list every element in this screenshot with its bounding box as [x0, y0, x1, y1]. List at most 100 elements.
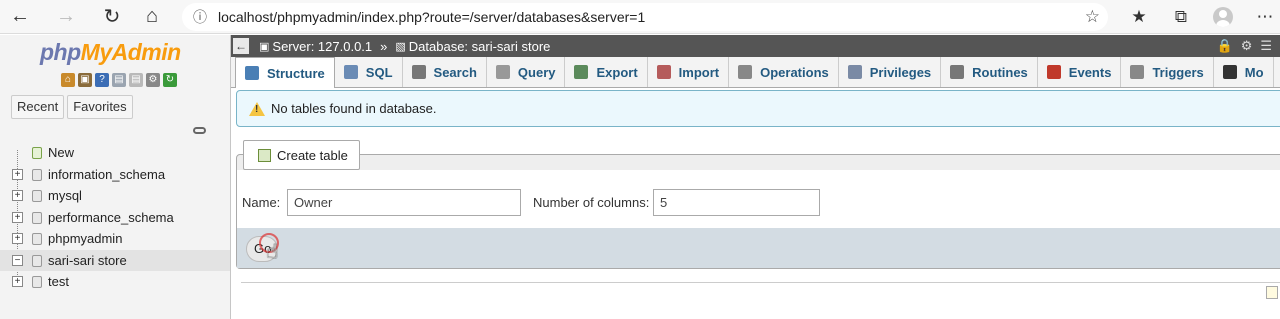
tab-mo[interactable]: Mo — [1214, 57, 1274, 87]
database-menu-tabs: Structure SQL Search Query Export Import Opera… — [231, 57, 1280, 88]
profile-avatar[interactable] — [1213, 7, 1233, 27]
tree-item-database[interactable]: + test — [0, 271, 230, 293]
tab-sql[interactable]: SQL — [335, 57, 403, 87]
tab-label: Routines — [972, 64, 1028, 80]
breadcrumb-server-label: Server: 127.0.0.1 — [272, 38, 373, 54]
favorite-add-icon[interactable]: ☆ — [1085, 7, 1100, 27]
sql-icon — [343, 65, 358, 79]
tree-item-database[interactable]: + performance_schema — [0, 207, 230, 229]
notice-box: No tables found in database. — [236, 90, 1280, 127]
tree-item-database[interactable]: + phpmyadmin — [0, 228, 230, 250]
console-icon[interactable] — [1266, 286, 1278, 299]
name-label: Name: — [242, 195, 281, 210]
home-icon[interactable]: ⌂ — [132, 0, 172, 34]
address-bar[interactable]: ⓘ localhost/phpmyadmin/index.php?route=/… — [182, 3, 1108, 31]
tab-structure[interactable]: Structure — [235, 57, 335, 88]
expand-icon[interactable]: + — [12, 211, 23, 223]
favorites-button[interactable]: Favorites — [67, 95, 133, 119]
tab-label: Search — [433, 64, 477, 80]
sql-docs-icon[interactable]: ▤ — [129, 73, 143, 87]
breadcrumb-server[interactable]: ▣ Server: 127.0.0.1 — [259, 39, 372, 54]
phpmyadmin-logo[interactable]: phpMyAdmin — [40, 39, 181, 66]
database-icon: ▧ — [395, 40, 406, 53]
reload-icon[interactable]: ↻ — [92, 0, 132, 34]
exit-icon[interactable]: ▣ — [78, 73, 92, 87]
more-options-icon[interactable]: ⋯ — [1244, 7, 1280, 27]
database-icon — [32, 168, 42, 181]
tab-label: Structure — [267, 65, 325, 81]
reload-icon[interactable]: ↻ — [163, 73, 177, 87]
table-name-input[interactable]: Owner — [287, 189, 521, 216]
database-tree: New + information_schema + mysql + performance… — [0, 142, 230, 293]
tree-item-label: mysql — [48, 188, 82, 204]
tree-item-label: phpmyadmin — [48, 231, 123, 247]
tree-item-database[interactable]: + mysql — [0, 185, 230, 207]
link-icon[interactable] — [193, 127, 206, 134]
database-icon — [32, 233, 42, 245]
database-icon — [32, 190, 42, 202]
url-text: localhost/phpmyadmin/index.php?route=/se… — [218, 9, 646, 25]
tree-item-label: information_schema — [48, 166, 166, 182]
back-arrow-icon[interactable]: ← — [0, 0, 40, 34]
mouse-cursor-icon: ☝ — [266, 241, 279, 263]
logo-myadmin-text: MyAdmin — [80, 39, 182, 65]
new-database-icon — [32, 147, 42, 159]
collapse-icon[interactable]: − — [12, 254, 23, 266]
gear-icon[interactable]: ⚙ — [146, 73, 160, 87]
tree-item-label: performance_schema — [48, 209, 174, 225]
tab-operations[interactable]: Operations — [729, 57, 839, 87]
breadcrumb: ← ▣ Server: 127.0.0.1 » ▧ Database: sari… — [231, 35, 1280, 57]
tree-item-label: sari-sari store — [48, 252, 127, 268]
structure-icon — [245, 66, 259, 80]
favorites-icon[interactable]: ★ — [1118, 7, 1160, 27]
tab-label: Query — [517, 64, 556, 80]
navigation-panel: phpMyAdmin ⌂ ▣ ? ▤ ▤ ⚙ ↻ Recent Favorite… — [0, 35, 231, 319]
info-icon[interactable]: ⓘ — [182, 7, 218, 27]
server-icon: ▣ — [259, 40, 270, 53]
breadcrumb-database[interactable]: ▧ Database: sari-sari store — [395, 39, 550, 54]
settings-icon[interactable]: ⚙ — [1241, 38, 1253, 54]
help-icon[interactable]: ? — [95, 73, 109, 87]
expand-icon[interactable]: + — [12, 276, 23, 287]
tree-item-database[interactable]: + information_schema — [0, 164, 230, 186]
tab-search[interactable]: Search — [403, 57, 487, 87]
expand-icon[interactable]: + — [12, 190, 23, 201]
tab-query[interactable]: Query — [487, 57, 566, 87]
tab-label: Import — [678, 64, 720, 80]
tab-triggers[interactable]: Triggers — [1121, 57, 1214, 87]
lock-icon[interactable]: 🔒 — [1217, 38, 1233, 54]
tree-item-database[interactable]: − sari-sari store — [0, 249, 230, 271]
logo-php-text: php — [40, 39, 81, 65]
collapse-arrow-icon[interactable]: ← — [233, 38, 249, 54]
expand-icon[interactable]: + — [12, 233, 23, 244]
tab-events[interactable]: Events — [1038, 57, 1122, 87]
tab-import[interactable]: Import — [648, 57, 730, 87]
tab-label: Triggers — [1152, 64, 1204, 80]
create-table-icon — [258, 148, 271, 162]
columns-label: Number of columns: — [533, 195, 650, 210]
database-icon — [32, 254, 42, 267]
database-icon — [32, 276, 42, 288]
tab-label: Operations — [760, 64, 829, 80]
tree-item-new[interactable]: New — [0, 142, 230, 164]
database-icon — [32, 211, 42, 224]
browser-toolbar: ← → ↻ ⌂ ⓘ localhost/phpmyadmin/index.php… — [0, 0, 1280, 34]
docs-icon[interactable]: ▤ — [112, 73, 126, 87]
tab-privileges[interactable]: Privileges — [839, 57, 942, 87]
form-footer — [237, 228, 1280, 268]
create-table-legend[interactable]: Create table — [243, 140, 360, 170]
recent-button[interactable]: Recent — [11, 95, 65, 119]
menu-icon[interactable]: ☰ — [1260, 38, 1272, 54]
tab-routines[interactable]: Routines — [941, 57, 1038, 87]
warning-icon — [249, 101, 265, 116]
forward-arrow-icon[interactable]: → — [46, 0, 86, 34]
query-icon — [495, 65, 510, 79]
columns-input[interactable]: 5 — [653, 189, 820, 216]
collections-icon[interactable]: ⧉ — [1160, 7, 1202, 27]
expand-icon[interactable]: + — [12, 168, 23, 180]
home-icon[interactable]: ⌂ — [61, 73, 75, 87]
tab-label: SQL — [365, 64, 393, 80]
import-icon — [656, 65, 671, 79]
breadcrumb-separator: » — [380, 38, 388, 54]
tab-export[interactable]: Export — [565, 57, 648, 87]
